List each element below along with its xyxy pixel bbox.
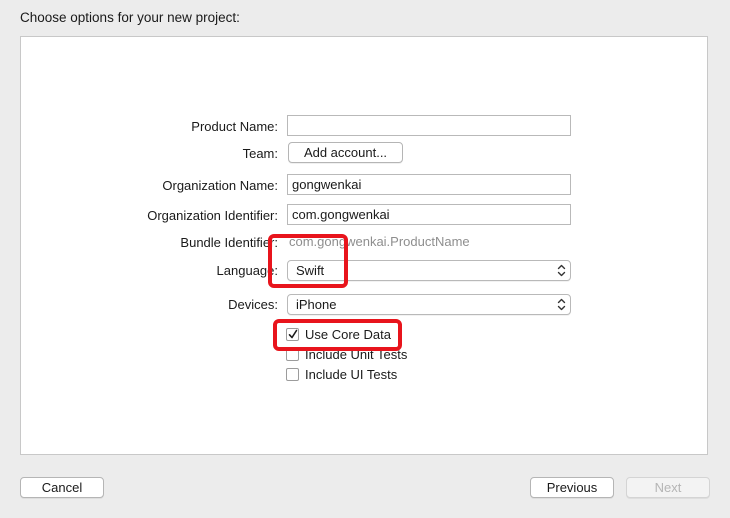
- previous-button[interactable]: Previous: [530, 477, 614, 498]
- bundle-identifier-label: Bundle Identifier:: [180, 235, 278, 250]
- organization-identifier-label: Organization Identifier:: [147, 208, 278, 223]
- devices-selected-value: iPhone: [296, 297, 337, 312]
- add-account-button[interactable]: Add account...: [288, 142, 403, 163]
- product-name-label: Product Name:: [191, 119, 278, 134]
- chevron-up-down-icon: [557, 298, 566, 311]
- organization-name-label: Organization Name:: [162, 178, 278, 193]
- language-select[interactable]: Swift: [287, 260, 571, 281]
- checkmark-icon: [288, 329, 298, 339]
- devices-label: Devices:: [228, 297, 278, 312]
- organization-name-input[interactable]: [287, 174, 571, 195]
- cancel-button[interactable]: Cancel: [20, 477, 104, 498]
- include-ui-tests-label: Include UI Tests: [305, 367, 398, 382]
- use-core-data-label: Use Core Data: [305, 327, 391, 342]
- include-ui-tests-checkbox[interactable]: [286, 368, 299, 381]
- language-selected-value: Swift: [296, 263, 325, 278]
- language-label: Language:: [216, 263, 278, 278]
- page-heading: Choose options for your new project:: [20, 10, 240, 25]
- next-button[interactable]: Next: [626, 477, 710, 498]
- include-unit-tests-label: Include Unit Tests: [305, 347, 408, 362]
- organization-identifier-input[interactable]: [287, 204, 571, 225]
- product-name-input[interactable]: [287, 115, 571, 136]
- use-core-data-checkbox[interactable]: [286, 328, 299, 341]
- include-unit-tests-checkbox[interactable]: [286, 348, 299, 361]
- team-label: Team:: [242, 146, 278, 161]
- devices-select[interactable]: iPhone: [287, 294, 571, 315]
- bundle-identifier-value: com.gongwenkai.ProductName: [289, 234, 470, 249]
- chevron-up-down-icon: [557, 264, 566, 277]
